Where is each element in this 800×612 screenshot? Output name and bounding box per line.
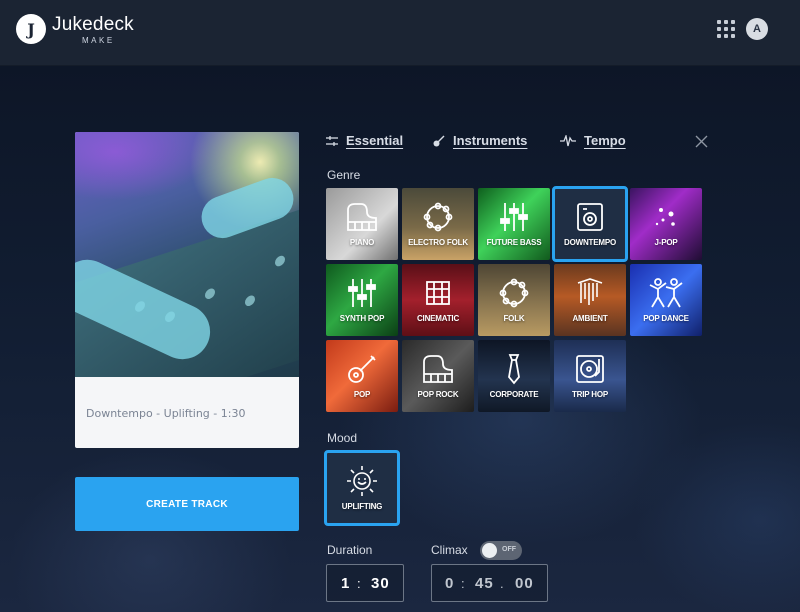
tambourine-icon: [423, 202, 453, 232]
tab-label: Instruments: [453, 133, 528, 148]
brand-name: Jukedeck: [52, 14, 134, 35]
tile-icon-wrap: [554, 352, 626, 386]
genre-tile-electro-folk[interactable]: ELECTRO FOLK: [402, 188, 474, 260]
tile-icon-wrap: [326, 352, 398, 386]
top-bar: J Jukedeck MAKE A: [0, 0, 800, 66]
tile-label: ELECTRO FOLK: [408, 238, 468, 247]
duration-minutes: 1: [341, 574, 351, 592]
track-preview-card: Downtempo - Uplifting - 1:30: [75, 132, 299, 448]
tile-icon-wrap: [630, 276, 702, 310]
mood-tile-uplifting[interactable]: UPLIFTING: [324, 450, 400, 526]
tile-icon-wrap: [402, 276, 474, 310]
toggle-state: OFF: [502, 546, 516, 553]
brand-subtitle: MAKE: [82, 36, 115, 45]
tile-label: CORPORATE: [489, 390, 539, 399]
climax-time-input[interactable]: 0 : 45 . 00: [431, 564, 548, 602]
tile-icon-wrap: [402, 352, 474, 386]
sparkle-icon: [655, 208, 675, 226]
duration-input[interactable]: 1 : 30: [326, 564, 404, 602]
tile-icon-wrap: [326, 276, 398, 310]
dancers-icon: [649, 278, 683, 308]
tile-label: POP DANCE: [643, 314, 689, 323]
genre-tile-j-pop[interactable]: J-POP: [630, 188, 702, 260]
genre-tile-pop-rock[interactable]: POP ROCK: [402, 340, 474, 412]
tile-label: SYNTH POP: [339, 314, 385, 323]
climax-seconds: 45: [475, 574, 494, 592]
tile-label: UPLIFTING: [341, 502, 383, 511]
tambourine-icon: [499, 278, 529, 308]
sliders-icon: [326, 135, 338, 146]
close-icon[interactable]: [695, 135, 708, 148]
genre-tile-pop-dance[interactable]: POP DANCE: [630, 264, 702, 336]
guitar-icon: [433, 135, 445, 146]
toggle-knob: [482, 543, 497, 558]
genre-tile-synth-pop[interactable]: SYNTH POP: [326, 264, 398, 336]
genre-tile-trip-hop[interactable]: TRIP HOP: [554, 340, 626, 412]
tile-label: DOWNTEMPO: [564, 238, 616, 247]
sun-smile-icon: [347, 466, 377, 496]
genre-tile-corporate[interactable]: CORPORATE: [478, 340, 550, 412]
tile-icon-wrap: [630, 200, 702, 234]
tab-essential[interactable]: Essential: [326, 133, 403, 148]
speaker-icon: [577, 203, 603, 231]
tab-label: Tempo: [584, 133, 626, 148]
climax-label: Climax: [431, 543, 468, 557]
piano-icon: [423, 355, 453, 383]
tile-label: CINEMATIC: [416, 314, 460, 323]
genre-tile-ambient[interactable]: AMBIENT: [554, 264, 626, 336]
faders-icon: [348, 279, 376, 307]
tab-label: Essential: [346, 133, 404, 148]
tile-icon-wrap: [402, 200, 474, 234]
tile-label: FUTURE BASS: [486, 238, 542, 247]
turntable-icon: [576, 355, 604, 383]
tile-icon-wrap: [478, 276, 550, 310]
faders-icon: [500, 203, 528, 231]
duration-label: Duration: [327, 543, 373, 557]
climax-separator: :: [461, 575, 466, 591]
climax-fraction: 00: [515, 574, 534, 592]
tile-icon-wrap: [554, 200, 626, 234]
tile-icon-wrap: [478, 352, 550, 386]
mood-label: Mood: [327, 431, 358, 445]
tile-label: J-POP: [654, 238, 678, 247]
knot-icon: [426, 281, 450, 305]
climax-dot: .: [500, 575, 505, 591]
genre-tile-downtempo[interactable]: DOWNTEMPO: [552, 186, 628, 262]
tile-label: TRIP HOP: [571, 390, 609, 399]
tile-icon-wrap: [478, 200, 550, 234]
tile-label: POP: [353, 390, 371, 399]
tile-label: PIANO: [349, 238, 375, 247]
genre-tile-piano[interactable]: PIANO: [326, 188, 398, 260]
genre-tile-future-bass[interactable]: FUTURE BASS: [478, 188, 550, 260]
genre-tile-folk[interactable]: FOLK: [478, 264, 550, 336]
duration-separator: :: [357, 575, 362, 591]
tile-icon-wrap: [326, 200, 398, 234]
piano-icon: [347, 203, 377, 231]
waveform-icon: [560, 134, 576, 146]
tab-instruments[interactable]: Instruments: [433, 133, 527, 148]
genre-label: Genre: [327, 168, 361, 182]
climax-minutes: 0: [445, 574, 455, 592]
jukedeck-logo-icon[interactable]: J: [16, 14, 46, 44]
tile-label: POP ROCK: [417, 390, 459, 399]
tile-icon-wrap: [554, 276, 626, 310]
tile-label: FOLK: [503, 314, 525, 323]
guitar-icon: [348, 355, 376, 383]
user-avatar[interactable]: A: [746, 18, 768, 40]
climax-toggle[interactable]: OFF: [480, 541, 522, 560]
tab-tempo[interactable]: Tempo: [560, 133, 626, 148]
track-cover-image: [75, 132, 299, 377]
create-track-button[interactable]: CREATE TRACK: [75, 477, 299, 531]
apps-grid-icon[interactable]: [717, 20, 735, 38]
genre-tile-pop[interactable]: POP: [326, 340, 398, 412]
duration-seconds: 30: [371, 574, 390, 592]
tie-icon: [508, 354, 520, 385]
tile-label: AMBIENT: [572, 314, 608, 323]
tile-icon-wrap: [326, 464, 398, 498]
chimes-icon: [577, 278, 603, 305]
genre-tile-cinematic[interactable]: CINEMATIC: [402, 264, 474, 336]
track-caption: Downtempo - Uplifting - 1:30: [86, 407, 246, 420]
